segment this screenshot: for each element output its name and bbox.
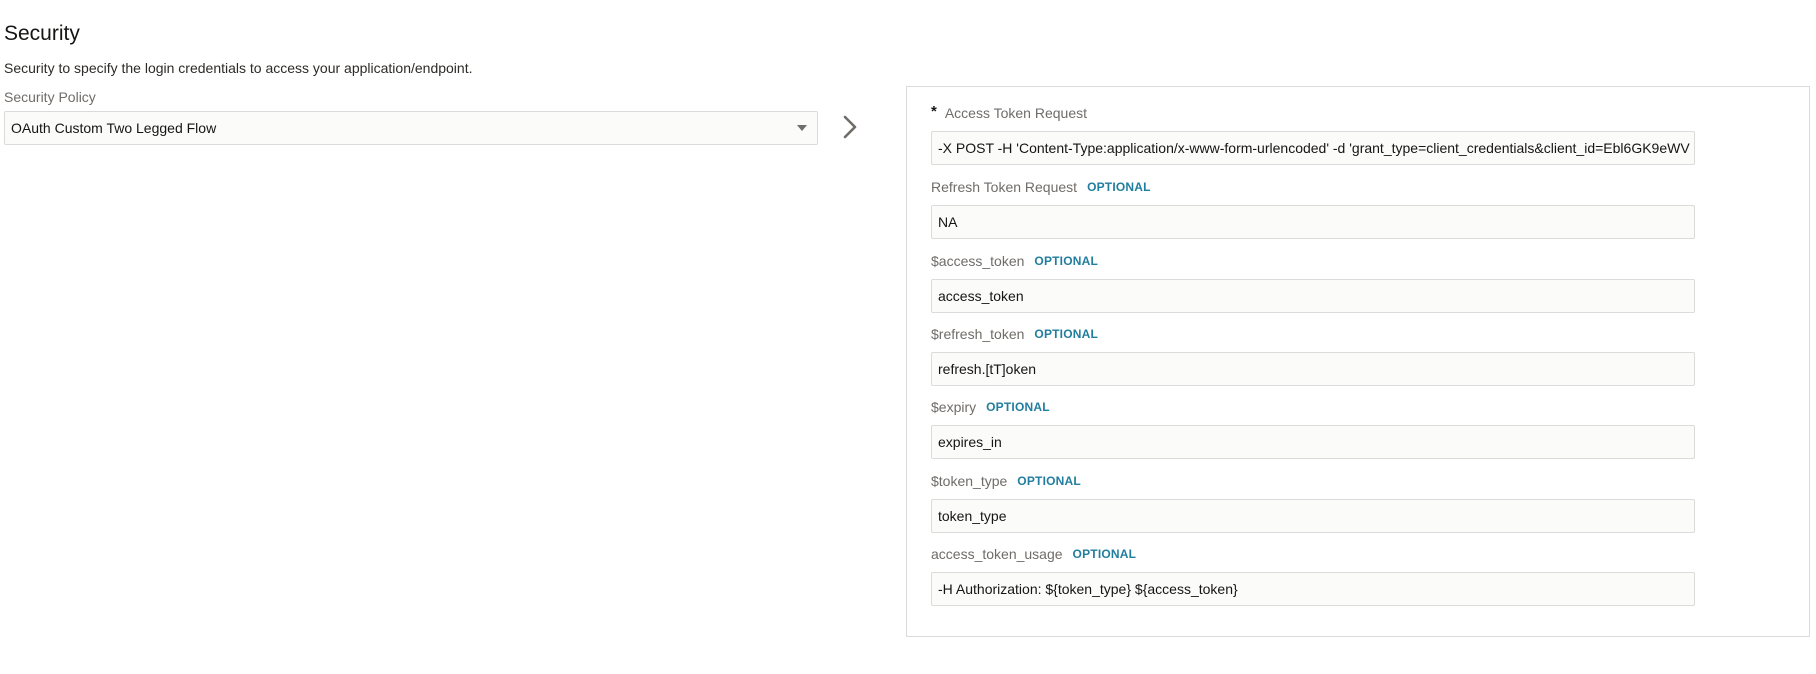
field-label: Access Token Request — [944, 105, 1087, 121]
optional-badge: OPTIONAL — [1017, 474, 1081, 488]
expiry-input[interactable]: expires_in — [931, 425, 1695, 459]
optional-badge: OPTIONAL — [1034, 327, 1099, 341]
field-access-token-request: * Access Token Request -X POST -H 'Conte… — [931, 102, 1695, 165]
refresh-token-input[interactable]: refresh.[tT]oken — [931, 352, 1695, 386]
field-refresh-token-request: Refresh Token Request OPTIONAL NA — [931, 178, 1695, 239]
field-label: $token_type — [931, 473, 1008, 489]
access-token-input[interactable]: access_token — [931, 279, 1695, 313]
security-policy-label: Security Policy — [4, 89, 96, 105]
field-label: $expiry — [931, 399, 977, 415]
refresh-token-request-input[interactable]: NA — [931, 205, 1695, 239]
security-policy-select[interactable]: OAuth Custom Two Legged Flow — [4, 111, 818, 145]
field-label: Refresh Token Request — [931, 179, 1078, 195]
optional-badge: OPTIONAL — [1034, 254, 1099, 268]
field-label: $access_token — [931, 253, 1025, 269]
optional-badge: OPTIONAL — [986, 400, 1050, 414]
field-access-token-usage: access_token_usage OPTIONAL -H Authoriza… — [931, 545, 1695, 606]
optional-badge: OPTIONAL — [1072, 547, 1137, 561]
field-label: access_token_usage — [931, 546, 1063, 562]
field-label: $refresh_token — [931, 326, 1025, 342]
field-expiry: $expiry OPTIONAL expires_in — [931, 398, 1695, 459]
required-marker: * — [931, 102, 937, 120]
page-title: Security — [4, 22, 80, 45]
security-policy-value: OAuth Custom Two Legged Flow — [11, 120, 217, 136]
chevron-right-icon[interactable] — [838, 112, 862, 142]
access-token-request-input[interactable]: -X POST -H 'Content-Type:application/x-w… — [931, 131, 1695, 165]
optional-badge: OPTIONAL — [1087, 180, 1151, 194]
security-page: Security Security to specify the login c… — [0, 0, 1816, 674]
token-type-input[interactable]: token_type — [931, 499, 1695, 533]
caret-down-icon — [797, 125, 807, 131]
field-access-token: $access_token OPTIONAL access_token — [931, 252, 1695, 313]
security-properties-panel: * Access Token Request -X POST -H 'Conte… — [906, 86, 1810, 637]
field-refresh-token: $refresh_token OPTIONAL refresh.[tT]oken — [931, 325, 1695, 386]
access-token-usage-input[interactable]: -H Authorization: ${token_type} ${access… — [931, 572, 1695, 606]
field-token-type: $token_type OPTIONAL token_type — [931, 472, 1695, 533]
section-description: Security to specify the login credential… — [4, 60, 473, 76]
